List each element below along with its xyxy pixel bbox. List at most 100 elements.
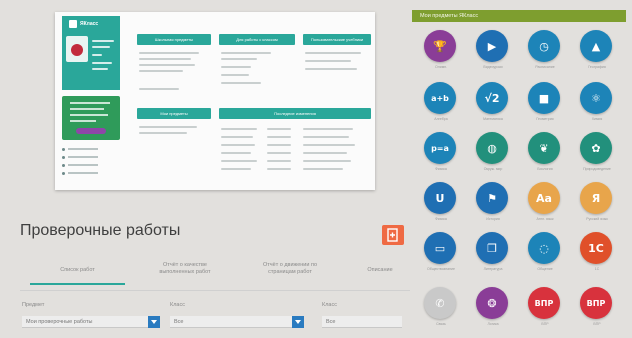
tile-glyph: ◷ [539, 39, 549, 53]
add-work-button[interactable] [382, 225, 404, 245]
subject-tile[interactable]: ❂ Логика [469, 285, 517, 329]
tab-work-list[interactable]: Список работ [30, 267, 125, 274]
subject-select[interactable]: Мои проверочные работы [22, 316, 160, 328]
subject-tile[interactable]: ⚑ История [469, 180, 517, 224]
tile-glyph: √2 [484, 91, 500, 105]
active-tab-indicator [30, 283, 125, 285]
class-select-2-value: Все [326, 319, 336, 325]
card-header-changes[interactable]: Последние изменения [219, 108, 371, 119]
tile-label: Биология [537, 167, 553, 171]
vpr-icon: ВПР [528, 287, 560, 319]
tile-glyph: ВПР [586, 298, 606, 308]
tile-label: ВПР [593, 322, 601, 326]
tile-label: Связь [436, 322, 446, 326]
brand-name: ЯКласс [80, 21, 99, 27]
subject-tile[interactable]: ВПР ВПР [573, 285, 621, 329]
tile-label: 1С [594, 267, 600, 271]
tile-glyph: ⚛ [591, 91, 601, 105]
subject-tile[interactable]: ❦ Биология [521, 130, 569, 174]
tile-label: Физика [435, 217, 447, 221]
tab-quality-report[interactable]: Отчёт о качестве выполненных работ [145, 262, 225, 276]
tile-label: Англ. язык [536, 217, 554, 221]
page-title: Проверочные работы [20, 222, 181, 239]
promo-button[interactable] [76, 128, 106, 134]
brain-icon: ❂ [476, 287, 508, 319]
tile-label: Расписание [535, 65, 555, 69]
subject-tile[interactable]: 1С 1С [573, 230, 621, 274]
magnet-icon: U [424, 182, 456, 214]
subject-tile[interactable]: ◷ Расписание [521, 28, 569, 72]
tile-glyph: a+b [431, 93, 449, 103]
subject-tile[interactable]: ✿ Природоведение [573, 130, 621, 174]
subject-tile[interactable]: ВПР ВПР [521, 285, 569, 329]
tile-glyph: 1С [588, 241, 604, 255]
subject-tile[interactable]: a+b Алгебра [417, 80, 465, 124]
tile-label: Литература [483, 267, 503, 271]
subject-tile[interactable]: ❐ Литература [469, 230, 517, 274]
tile-label: Логика [487, 322, 499, 326]
tab-movement-report[interactable]: Отчёт о движении по страницам работ [250, 262, 330, 276]
onec-icon: 1С [580, 232, 612, 264]
flag-icon: ⚑ [476, 182, 508, 214]
tile-label: Русский язык [586, 217, 608, 221]
subject-tile[interactable]: Я Русский язык [573, 180, 621, 224]
card-header-subjects[interactable]: Школьная предметы [137, 34, 211, 45]
subject-tile[interactable]: ▶ Видеоуроки [469, 28, 517, 72]
clock-icon: ◷ [528, 30, 560, 62]
avatar [66, 36, 88, 62]
add-document-icon [387, 228, 398, 242]
chat-icon: ◌ [528, 232, 560, 264]
tile-label: Видеоуроки [483, 65, 503, 69]
vpr-icon: ВПР [580, 287, 612, 319]
tile-glyph: U [435, 191, 445, 205]
card-header-textbooks[interactable]: Пользовательские учебники [303, 34, 371, 45]
tile-label: Окруж. мир [483, 167, 503, 171]
tile-label: ВПР [541, 322, 549, 326]
trophy-icon: 🏆 [424, 30, 456, 62]
cube-icon: ■ [528, 82, 560, 114]
tile-label: Математика [483, 117, 503, 121]
molecule-icon: ⚛ [580, 82, 612, 114]
subject-tile[interactable]: ◍ Окруж. мир [469, 130, 517, 174]
tile-glyph: ✆ [435, 296, 445, 310]
tile-glyph: ВПР [534, 298, 554, 308]
subject-tile[interactable]: p=a Физика [417, 130, 465, 174]
tile-glyph: ❐ [487, 241, 497, 255]
tile-glyph: ◍ [487, 141, 497, 155]
tab-description[interactable]: Описание [355, 267, 405, 274]
tile-label: Алгебра [434, 117, 448, 121]
phone-icon: ✆ [424, 287, 456, 319]
subject-tile[interactable]: √2 Математика [469, 80, 517, 124]
tile-label: Геометрия [536, 117, 554, 121]
tile-label: География [588, 65, 606, 69]
tile-glyph: ❦ [539, 141, 549, 155]
tile-label: Общение [537, 267, 553, 271]
class-filter-label-2: Класс [322, 302, 337, 308]
leaf-icon: ❦ [528, 132, 560, 164]
class-select-2[interactable]: Все [322, 316, 402, 328]
language-icon: Я [580, 182, 612, 214]
subject-tile[interactable]: ⚛ Химия [573, 80, 621, 124]
subject-tile[interactable]: 🏆 Олимп. [417, 28, 465, 72]
class-select-value: Все [174, 319, 184, 325]
globe-icon: ◍ [476, 132, 508, 164]
subject-tile[interactable]: ✆ Связь [417, 285, 465, 329]
subject-tile[interactable]: ■ Геометрия [521, 80, 569, 124]
divider [20, 290, 410, 291]
subject-tile[interactable]: U Физика [417, 180, 465, 224]
class-filter-label: Класс [170, 302, 185, 308]
card-header-my-subjects[interactable]: Мои предметы [137, 108, 211, 119]
subject-tile[interactable]: Aa Англ. язык [521, 180, 569, 224]
subject-tile[interactable]: ◌ Общение [521, 230, 569, 274]
subject-tile[interactable]: ▲ География [573, 28, 621, 72]
logo-icon [69, 20, 77, 28]
tile-label: Природоведение [583, 167, 611, 171]
class-select[interactable]: Все [170, 316, 304, 328]
formula-icon: a+b [424, 82, 456, 114]
tile-glyph: Я [591, 191, 601, 205]
chevron-down-icon [148, 316, 160, 328]
subject-tile[interactable]: ▭ Обществознание [417, 230, 465, 274]
translate-icon: Aa [528, 182, 560, 214]
card-header-class[interactable]: Для работы с классом [219, 34, 295, 45]
tile-glyph: ▲ [591, 39, 601, 53]
